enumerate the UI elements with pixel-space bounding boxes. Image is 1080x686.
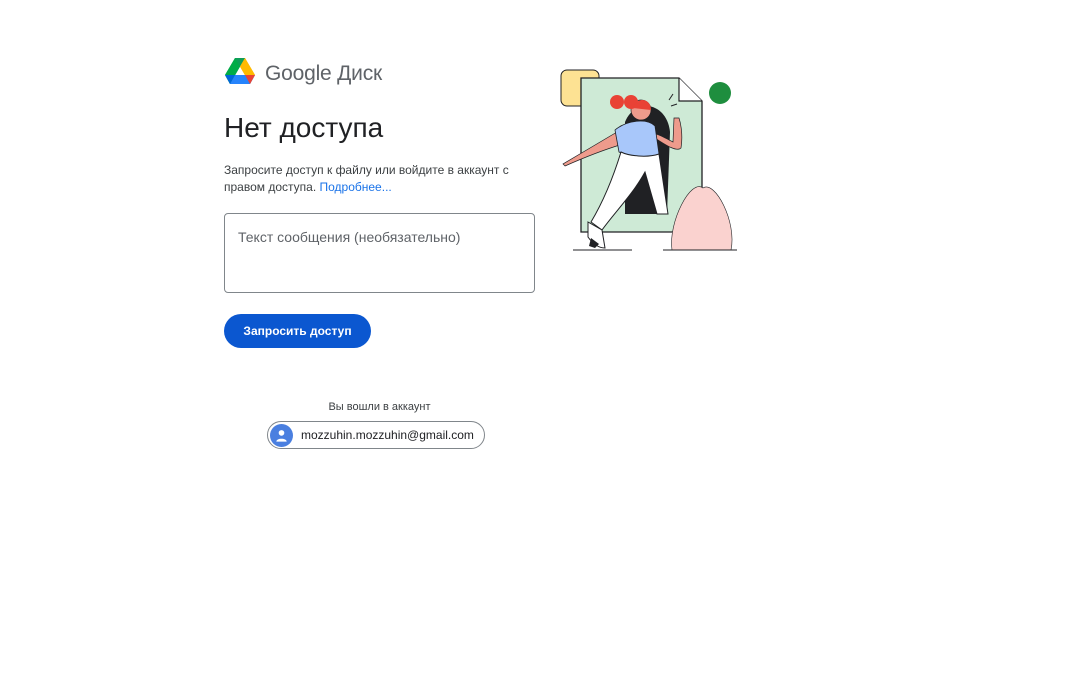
request-access-button[interactable]: Запросить доступ (224, 314, 371, 348)
message-input[interactable] (224, 213, 535, 293)
learn-more-link[interactable]: Подробнее... (320, 180, 392, 194)
app-name: Google Диск (265, 62, 382, 85)
google-drive-icon (225, 58, 255, 90)
no-access-illustration (555, 62, 745, 262)
signed-in-label: Вы вошли в аккаунт (328, 401, 431, 413)
account-email: mozzuhin.mozzuhin@gmail.com (301, 428, 474, 442)
person-icon (270, 423, 293, 447)
account-chip[interactable]: mozzuhin.mozzuhin@gmail.com (267, 421, 485, 449)
page-title: Нет доступа (224, 112, 384, 143)
google-drive-logo[interactable]: Google Диск (225, 58, 382, 90)
access-description: Запросите доступ к файлу или войдите в а… (224, 162, 524, 196)
